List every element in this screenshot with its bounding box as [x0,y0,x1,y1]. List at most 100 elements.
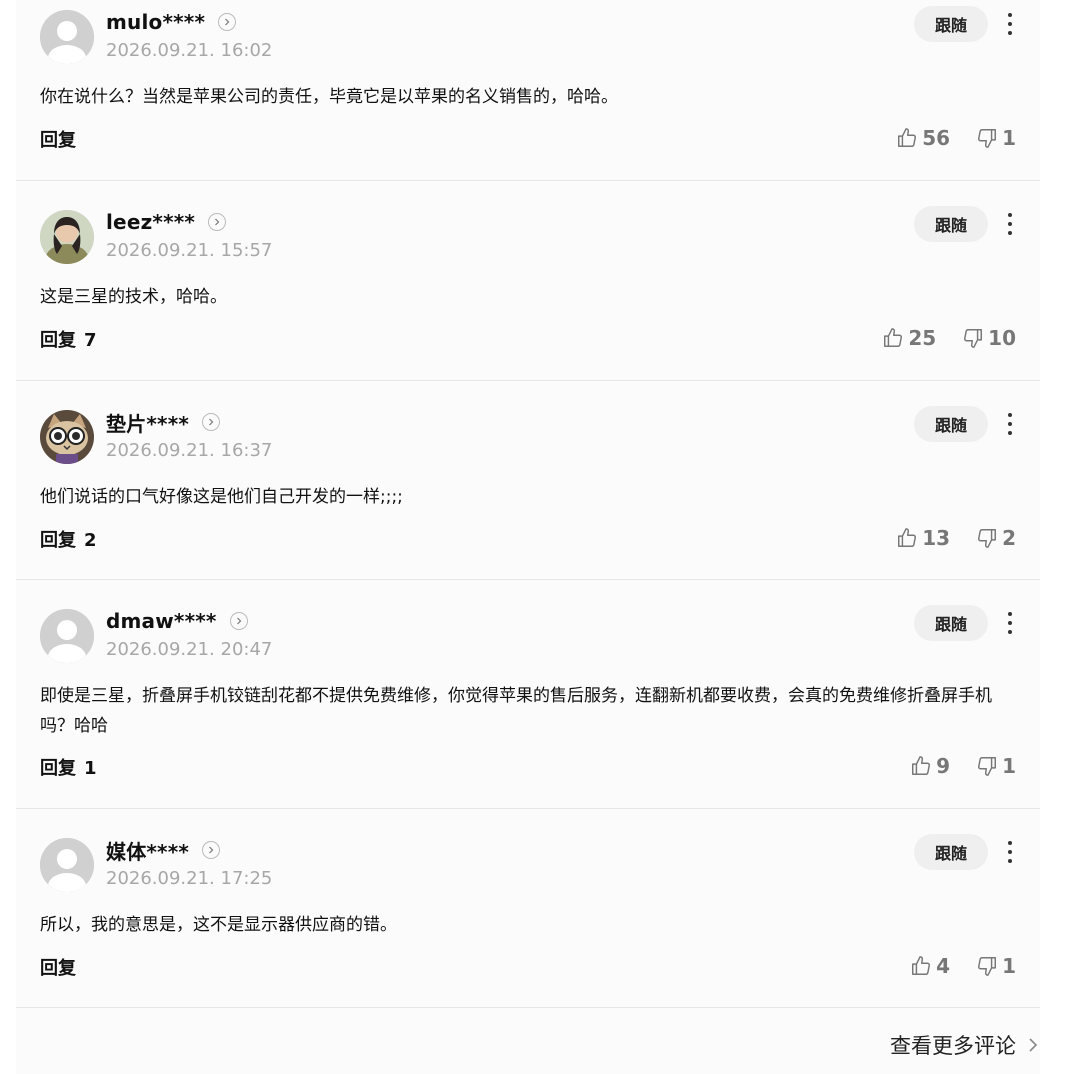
user-photo-icon [40,210,94,264]
comment-item: 媒体**** 2026.09.21. 17:25 跟随 所以，我的意思是，这不是… [16,828,1040,1008]
divider [16,180,1040,181]
like-button[interactable]: 56 [896,126,950,150]
comment-time: 2026.09.21. 16:02 [106,40,273,61]
like-button[interactable]: 9 [910,754,950,778]
username[interactable]: mulo**** [106,10,205,34]
vote-group: 4 1 [910,953,1016,979]
chevron-right-icon [1029,1038,1038,1052]
reply-button[interactable]: 回复 2 [40,526,97,552]
like-count: 9 [936,754,951,778]
avatar-user-photo[interactable] [40,210,94,264]
comment-text: 这是三星的技术，哈哈。 [40,287,227,307]
reply-label: 回复 [40,330,76,351]
follow-button[interactable]: 跟随 [914,834,988,870]
more-options-icon[interactable] [998,406,1022,442]
divider [16,808,1040,809]
reply-label: 回复 [40,130,76,151]
like-count: 56 [922,126,951,150]
dislike-button[interactable]: 1 [976,954,1016,978]
dislike-count: 10 [988,326,1016,350]
profile-chevron-icon[interactable] [202,413,221,431]
reply-button[interactable]: 回复 [40,954,84,980]
thumbs-down-icon [978,757,997,776]
more-options-icon[interactable] [998,605,1022,641]
comment-text: 所以，我的意思是，这不是显示器供应商的错。 [40,915,397,935]
reply-button[interactable]: 回复 1 [40,754,97,780]
username[interactable]: leez**** [106,210,195,234]
dislike-button[interactable]: 1 [976,754,1016,778]
dislike-count: 1 [1002,954,1016,978]
avatar-default[interactable] [40,838,94,892]
user-row: leez**** [106,208,227,236]
more-options-icon[interactable] [998,206,1022,242]
thumbs-up-icon [912,956,931,975]
comment-time: 2026.09.21. 17:25 [106,868,273,889]
like-count: 13 [922,526,951,550]
thumbs-up-icon [912,756,931,775]
profile-chevron-icon[interactable] [229,612,248,630]
view-more-label: 查看更多评论 [890,1034,1016,1058]
comment-time: 2026.09.21. 15:57 [106,240,273,261]
divider [16,380,1040,381]
divider [16,1007,1040,1008]
comment-item: 垫片**** 2026.09.21. 16:37 跟随 他们说话的口气好像这是他… [16,400,1040,580]
cat-avatar-icon [40,410,94,464]
more-options-icon[interactable] [998,834,1022,870]
comment-item: dmaw**** 2026.09.21. 20:47 跟随 即使是三星，折叠屏手… [16,599,1040,809]
profile-chevron-icon[interactable] [208,213,227,231]
like-button[interactable]: 13 [896,526,950,550]
reply-label: 回复 [40,758,76,779]
reply-count: 2 [84,530,97,551]
profile-chevron-icon[interactable] [218,13,237,31]
divider [16,579,1040,580]
follow-button[interactable]: 跟随 [914,406,988,442]
thumbs-down-icon [964,329,983,348]
user-row: mulo**** [106,8,237,36]
vote-group: 56 1 [896,125,1016,151]
like-button[interactable]: 25 [882,326,936,350]
like-count: 4 [936,954,951,978]
reply-button[interactable]: 回复 [40,126,84,152]
user-row: 媒体**** [106,836,221,865]
user-row: 垫片**** [106,408,221,437]
thumbs-down-icon [978,529,997,548]
comment-item: leez**** 2026.09.21. 15:57 跟随 这是三星的技术，哈哈… [16,200,1040,381]
avatar-default[interactable] [40,609,94,663]
dislike-button[interactable]: 1 [976,126,1016,150]
dislike-count: 1 [1002,126,1016,150]
comment-list: mulo**** 2026.09.21. 16:02 跟随 你在说什么？当然是苹… [16,0,1040,1074]
avatar-cat-character[interactable] [40,410,94,464]
comment-time: 2026.09.21. 16:37 [106,440,273,461]
vote-group: 9 1 [910,753,1016,779]
reply-count: 7 [84,330,97,351]
follow-button[interactable]: 跟随 [914,605,988,641]
user-row: dmaw**** [106,607,248,635]
person-silhouette-icon [40,838,94,892]
thumbs-down-icon [978,957,997,976]
like-button[interactable]: 4 [910,954,950,978]
avatar-default[interactable] [40,10,94,64]
username[interactable]: 媒体**** [106,836,189,865]
reply-button[interactable]: 回复 7 [40,326,97,352]
thumbs-up-icon [898,528,917,547]
dislike-button[interactable]: 10 [962,326,1016,350]
comment-time: 2026.09.21. 20:47 [106,639,273,660]
view-more-comments-link[interactable]: 查看更多评论 [890,1030,1038,1060]
dislike-count: 2 [1002,526,1016,550]
vote-group: 13 2 [896,525,1016,551]
profile-chevron-icon[interactable] [202,841,221,859]
comment-item: mulo**** 2026.09.21. 16:02 跟随 你在说什么？当然是苹… [16,0,1040,181]
dislike-button[interactable]: 2 [976,526,1016,550]
follow-button[interactable]: 跟随 [914,6,988,42]
comment-text: 即使是三星，折叠屏手机铰链刮花都不提供免费维修，你觉得苹果的售后服务，连翻新机都… [40,686,992,736]
more-options-icon[interactable] [998,6,1022,42]
username[interactable]: dmaw**** [106,609,217,633]
username[interactable]: 垫片**** [106,408,189,437]
like-count: 25 [908,326,937,350]
reply-label: 回复 [40,530,76,551]
dislike-count: 1 [1002,754,1016,778]
thumbs-down-icon [978,129,997,148]
thumbs-up-icon [884,328,903,347]
follow-button[interactable]: 跟随 [914,206,988,242]
reply-label: 回复 [40,958,76,979]
